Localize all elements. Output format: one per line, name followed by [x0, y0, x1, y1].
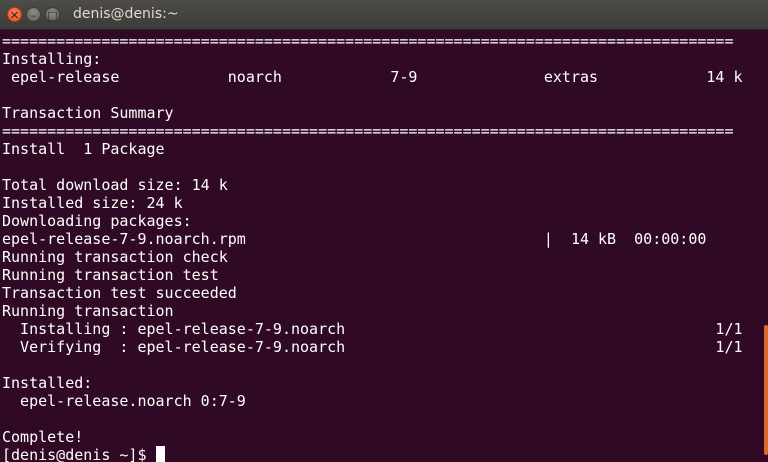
terminal-line: epel-release-7-9.noarch.rpm | 14 kB 00:0… [2, 230, 707, 248]
terminal-line: epel-release.noarch 0:7-9 [20, 392, 246, 410]
terminal-line: epel-release noarch 7-9 extras 14 k [11, 68, 743, 86]
terminal-line: Running transaction check [2, 248, 228, 266]
terminal-line: Transaction Summary [2, 104, 174, 122]
window-title: denis@denis:~ [73, 6, 179, 22]
terminal-line: Install 1 Package [2, 140, 165, 158]
terminal-line: Installing : epel-release-7-9.noarch 1/1 [20, 320, 743, 338]
text-cursor [155, 446, 165, 462]
terminal-line: Installed size: 24 k [2, 194, 183, 212]
terminal-line: Installed: [2, 374, 93, 392]
scrollbar-thumb[interactable] [764, 325, 768, 455]
maximize-window-button[interactable]: □ [45, 7, 60, 22]
terminal-line: Running transaction test [2, 266, 219, 284]
terminal-line: Complete! [2, 428, 84, 446]
terminal-line: Verifying : epel-release-7-9.noarch 1/1 [20, 338, 743, 356]
window-titlebar: ✕ – □ denis@denis:~ [0, 0, 768, 30]
terminal-line: Transaction test succeeded [2, 284, 237, 302]
terminal-line: Downloading packages: [2, 212, 192, 230]
terminal-line: ========================================… [2, 122, 734, 140]
terminal-line: ========================================… [2, 32, 734, 50]
terminal-line: Total download size: 14 k [2, 176, 228, 194]
close-window-button[interactable]: ✕ [7, 7, 22, 22]
terminal-line: Installing: [2, 50, 102, 68]
terminal-line: Running transaction [2, 302, 174, 320]
terminal-area[interactable]: ========================================… [0, 30, 768, 462]
minimize-window-button[interactable]: – [26, 7, 41, 22]
terminal-output: ========================================… [2, 32, 743, 462]
terminal-output-lines: ========================================… [2, 32, 743, 446]
shell-prompt: [denis@denis ~]$ [2, 446, 156, 462]
